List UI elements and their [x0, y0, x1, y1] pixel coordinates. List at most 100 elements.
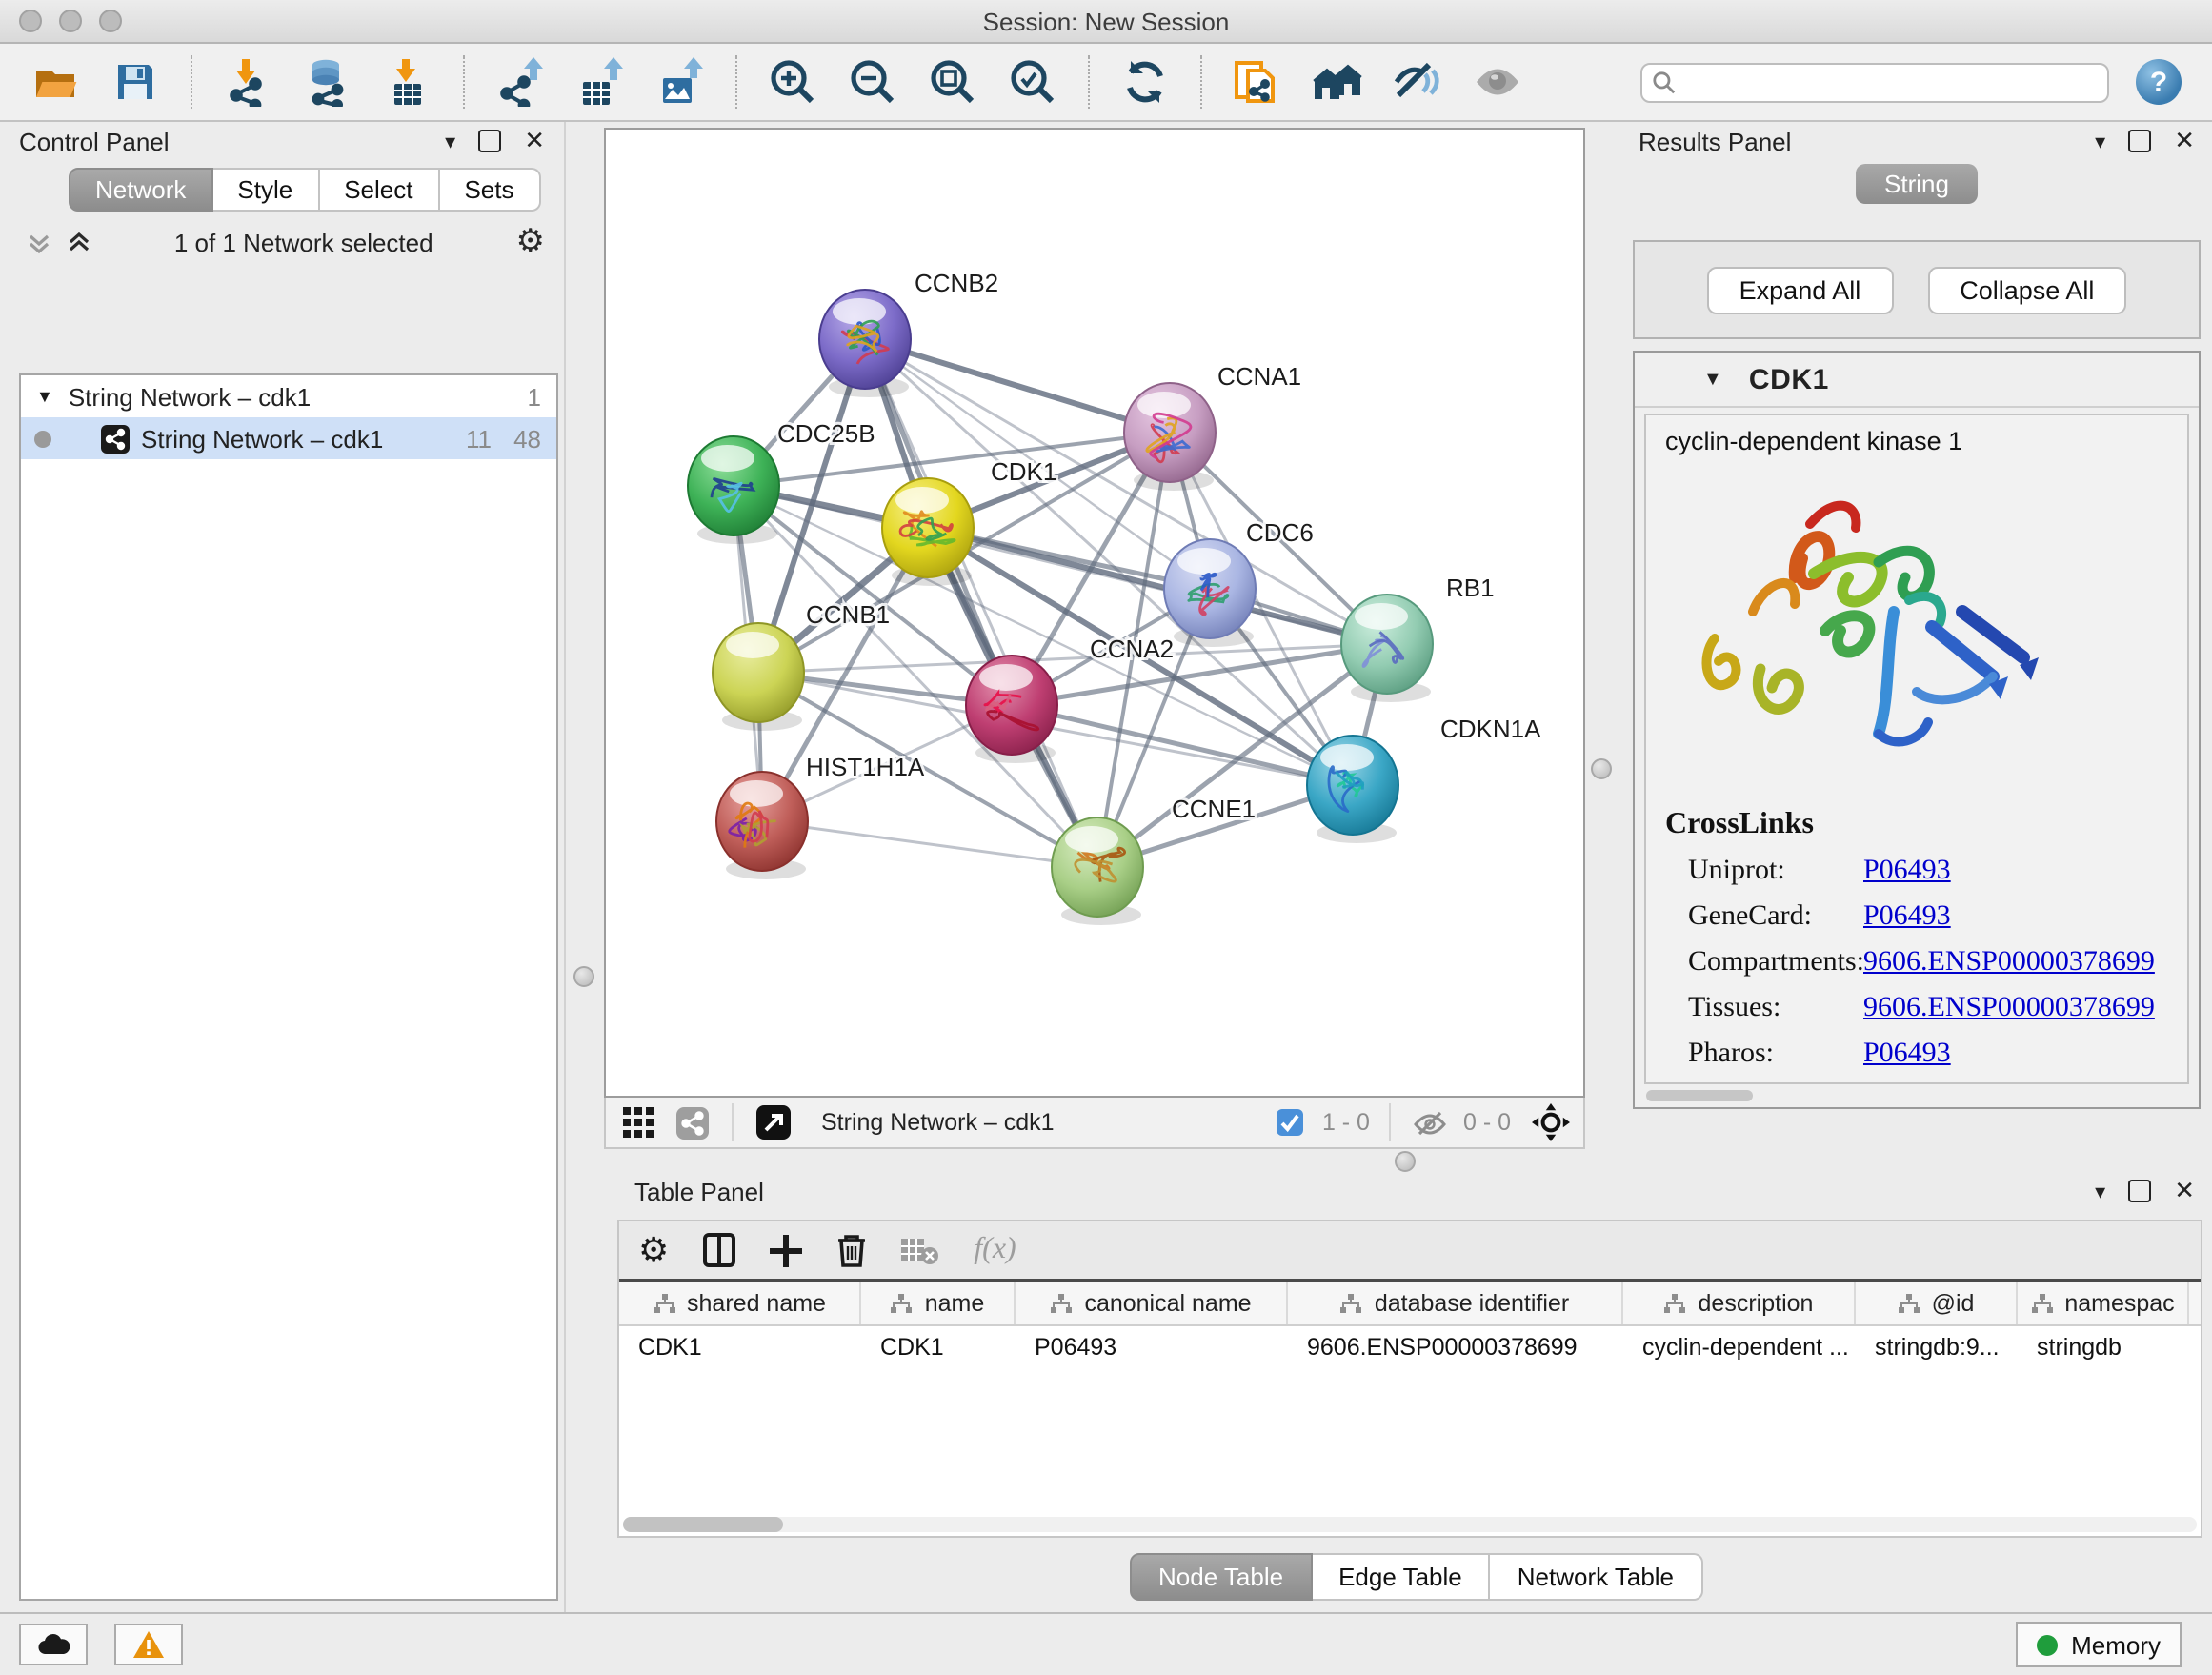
- tab-node-table[interactable]: Node Table: [1130, 1553, 1312, 1601]
- memory-label: Memory: [2071, 1630, 2161, 1659]
- crosslink-link[interactable]: 9606.ENSP00000378699: [1863, 947, 2155, 979]
- tab-sets[interactable]: Sets: [439, 168, 540, 212]
- horizontal-splitter[interactable]: [604, 1149, 1585, 1172]
- grid-view-icon[interactable]: [617, 1103, 659, 1141]
- crosshair-icon[interactable]: [1530, 1103, 1572, 1141]
- splitter-handle[interactable]: [1591, 758, 1612, 779]
- close-panel-icon[interactable]: ✕: [2174, 1176, 2195, 1206]
- network-node-CCNA2[interactable]: CCNA2: [966, 635, 1174, 763]
- float-panel-icon[interactable]: [2128, 1180, 2151, 1202]
- export-image-button[interactable]: [652, 53, 709, 111]
- results-scrollbar-thumb[interactable]: [1646, 1090, 1753, 1101]
- birds-eye-view-icon[interactable]: [671, 1103, 713, 1141]
- column-header-shared-name[interactable]: shared name: [619, 1282, 861, 1324]
- new-network-from-selection-button[interactable]: [1229, 53, 1286, 111]
- network-node-HIST1H1A[interactable]: HIST1H1A: [716, 753, 925, 879]
- table-horizontal-scrollbar[interactable]: [623, 1517, 2197, 1532]
- panel-menu-icon[interactable]: ▾: [445, 129, 455, 153]
- zoom-out-button[interactable]: [844, 53, 901, 111]
- tab-edge-table[interactable]: Edge Table: [1312, 1553, 1491, 1601]
- network-options-gear-icon[interactable]: ⚙: [516, 223, 546, 261]
- splitter-handle[interactable]: [1395, 1151, 1416, 1172]
- detach-view-icon[interactable]: [753, 1103, 794, 1141]
- first-neighbors-button[interactable]: [1309, 53, 1366, 111]
- panel-menu-icon[interactable]: ▾: [2095, 129, 2105, 153]
- crosslink-link[interactable]: P06493: [1863, 1039, 1951, 1071]
- tab-select[interactable]: Select: [319, 168, 439, 212]
- search-input[interactable]: [1640, 62, 2109, 102]
- network-edge[interactable]: [865, 339, 1097, 867]
- expand-all-button[interactable]: Expand All: [1707, 266, 1894, 313]
- crosslink-link[interactable]: P06493: [1863, 901, 1951, 934]
- help-button[interactable]: ?: [2136, 59, 2182, 105]
- delete-column-icon[interactable]: [836, 1233, 867, 1267]
- open-session-button[interactable]: [27, 53, 84, 111]
- table-row[interactable]: CDK1CDK1P064939606.ENSP00000378699cyclin…: [619, 1326, 2201, 1368]
- results-entry-header[interactable]: ▼ CDK1: [1635, 353, 2199, 408]
- network-node-CCNA1[interactable]: CCNA1: [1124, 362, 1301, 491]
- network-edge[interactable]: [762, 821, 1097, 867]
- column-header-namespac[interactable]: namespac: [2018, 1282, 2189, 1324]
- import-network-from-database-button[interactable]: [299, 53, 356, 111]
- show-all-button[interactable]: [1469, 53, 1526, 111]
- network-node-CCNB1[interactable]: CCNB1: [713, 600, 890, 731]
- zoom-window-button[interactable]: [99, 10, 122, 32]
- column-type-icon: [2030, 1293, 2053, 1314]
- zoom-fit-button[interactable]: [924, 53, 981, 111]
- entry-expand-icon[interactable]: ▼: [1703, 369, 1722, 390]
- tab-string[interactable]: String: [1856, 164, 1978, 204]
- collapse-all-icon[interactable]: [27, 230, 51, 254]
- float-panel-icon[interactable]: [478, 130, 501, 152]
- splitter-handle[interactable]: [573, 966, 594, 987]
- crosslink-link[interactable]: 9606.ENSP00000378699: [1863, 993, 2155, 1025]
- tab-network-table[interactable]: Network Table: [1491, 1553, 1702, 1601]
- crosslink-link[interactable]: P06493: [1863, 856, 1951, 888]
- save-session-button[interactable]: [107, 53, 164, 111]
- column-header-database-identifier[interactable]: database identifier: [1288, 1282, 1623, 1324]
- network-view-toolbar: String Network – cdk1 1 - 0 0 - 0: [604, 1098, 1585, 1149]
- memory-button[interactable]: Memory: [2016, 1622, 2182, 1667]
- import-network-from-file-button[interactable]: [219, 53, 276, 111]
- import-table-from-file-button[interactable]: [379, 53, 436, 111]
- network-row-selected[interactable]: String Network – cdk1 11 48: [21, 417, 556, 459]
- tab-style[interactable]: Style: [212, 168, 319, 212]
- zoom-selected-button[interactable]: [1004, 53, 1061, 111]
- network-edge[interactable]: [865, 339, 1170, 433]
- right-splitter[interactable]: [1585, 122, 1619, 1172]
- selected-checkbox-icon[interactable]: [1269, 1103, 1311, 1141]
- column-header-canonical-name[interactable]: canonical name: [1016, 1282, 1288, 1324]
- close-panel-icon[interactable]: ✕: [524, 126, 545, 156]
- left-splitter[interactable]: [564, 122, 604, 1612]
- network-node-CDKN1A[interactable]: CDKN1A: [1307, 715, 1541, 843]
- warnings-button[interactable]: [114, 1624, 183, 1665]
- collection-expand-icon[interactable]: ▼: [36, 387, 53, 406]
- collapse-all-button[interactable]: Collapse All: [1927, 266, 2126, 313]
- tab-network[interactable]: Network: [69, 168, 212, 212]
- network-current-dot: [34, 430, 51, 447]
- export-table-button[interactable]: [572, 53, 629, 111]
- network-node-CCNE1[interactable]: CCNE1: [1052, 795, 1256, 925]
- column-header-name[interactable]: name: [861, 1282, 1016, 1324]
- panel-menu-icon[interactable]: ▾: [2095, 1179, 2105, 1203]
- hide-selection-button[interactable]: [1389, 53, 1446, 111]
- apply-layout-button[interactable]: [1116, 53, 1174, 111]
- minimize-window-button[interactable]: [59, 10, 82, 32]
- float-panel-icon[interactable]: [2128, 130, 2151, 152]
- add-column-icon[interactable]: [770, 1234, 802, 1266]
- expand-all-icon[interactable]: [67, 230, 91, 254]
- close-panel-icon[interactable]: ✕: [2174, 126, 2195, 156]
- export-network-button[interactable]: [492, 53, 549, 111]
- network-node-RB1[interactable]: RB1: [1341, 574, 1495, 702]
- cloud-status-button[interactable]: [19, 1624, 88, 1665]
- network-graph[interactable]: CCNB2CCNA1CDC25BCDK1CDC6RB1CCNB1CCNA2CDK…: [606, 130, 1583, 1096]
- close-window-button[interactable]: [19, 10, 42, 32]
- table-settings-gear-icon[interactable]: ⚙: [638, 1230, 669, 1270]
- column-header--id[interactable]: @id: [1856, 1282, 2018, 1324]
- network-canvas[interactable]: CCNB2CCNA1CDC25BCDK1CDC6RB1CCNB1CCNA2CDK…: [604, 128, 1585, 1098]
- column-header-description[interactable]: description: [1623, 1282, 1856, 1324]
- scrollbar-thumb[interactable]: [623, 1517, 783, 1532]
- network-node-CDC6[interactable]: CDC6: [1164, 518, 1314, 647]
- show-columns-icon[interactable]: [703, 1233, 735, 1267]
- zoom-in-button[interactable]: [764, 53, 821, 111]
- network-collection-row[interactable]: ▼ String Network – cdk1 1: [21, 375, 556, 417]
